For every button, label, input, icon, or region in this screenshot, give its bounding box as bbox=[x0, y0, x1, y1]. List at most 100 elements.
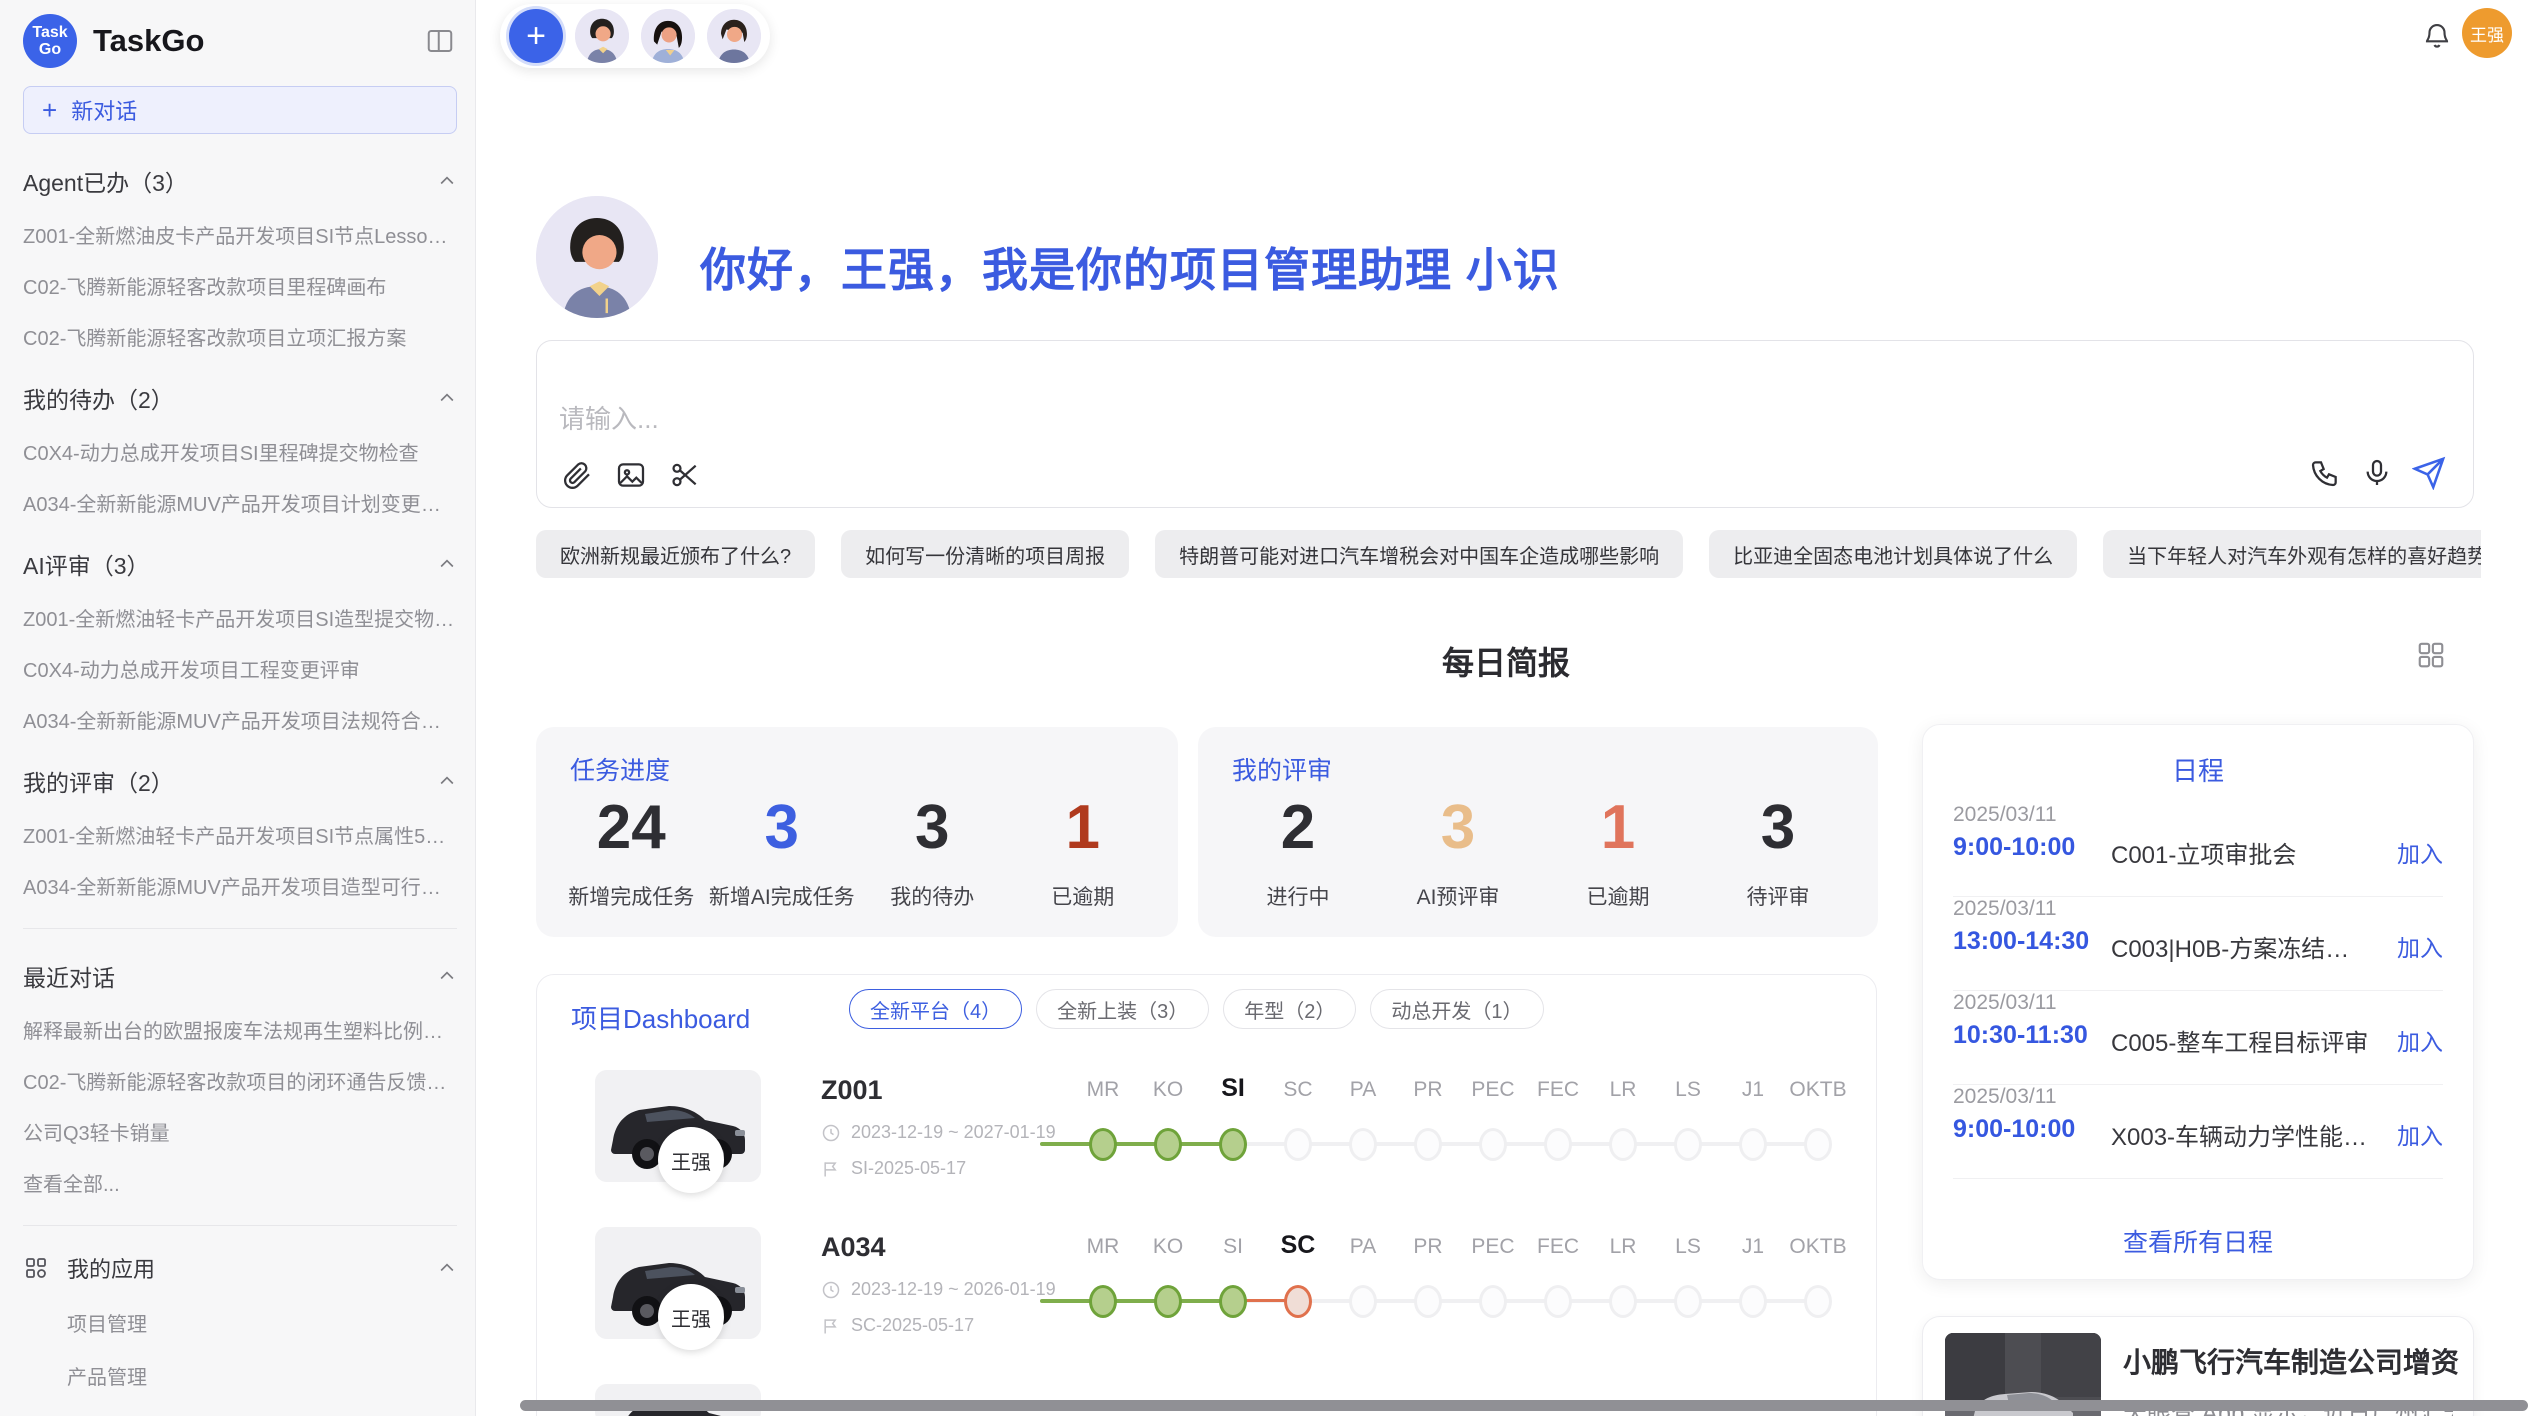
milestone-dot-pending bbox=[1739, 1285, 1767, 1318]
project-row-a034[interactable]: 王强 A034 2023-12-19 ~ 2026-01-19 SC-2025-… bbox=[537, 1227, 1876, 1384]
schedule-event[interactable]: 2025/03/11 9:00-10:00 C001-立项审批会 加入 bbox=[1923, 803, 2473, 897]
project-owner-badge: 王强 bbox=[658, 1284, 724, 1350]
sidebar-item[interactable]: A034-全新新能源MUV产品开发项目计划变更表编写 bbox=[23, 488, 457, 517]
milestone-dot-pending bbox=[1544, 1285, 1572, 1318]
sidebar-item[interactable]: Z001-全新燃油轻卡产品开发项目SI造型提交物评审 bbox=[23, 603, 457, 632]
milestone-dot-pending bbox=[1414, 1285, 1442, 1318]
chevron-up-icon[interactable] bbox=[437, 771, 457, 791]
input-toolbar-left bbox=[559, 457, 703, 493]
sidebar-item[interactable]: C0X4-动力总成开发项目工程变更评审 bbox=[23, 654, 457, 683]
milestone-dot-pending bbox=[1674, 1128, 1702, 1161]
milestone-dot-pending bbox=[1544, 1128, 1572, 1161]
app-link-product-mgmt[interactable]: 产品管理 bbox=[67, 1361, 457, 1390]
divider bbox=[1953, 1178, 2443, 1179]
agent-switcher: + bbox=[500, 4, 770, 68]
attachment-icon[interactable] bbox=[559, 457, 595, 493]
briefing-layout-icon[interactable] bbox=[2416, 640, 2446, 670]
project-code[interactable]: A034 bbox=[821, 1232, 886, 1263]
my-review-card: 我的评审 2 进行中 3 AI预评审 1 已逾期 3 待评审 bbox=[1198, 727, 1878, 937]
app-window: Task Go TaskGo + 新对话 Agent已办（3） Z001-全新燃… bbox=[0, 0, 2532, 1416]
project-row-z001[interactable]: 王强 Z001 2023-12-19 ~ 2027-01-19 SI-2025-… bbox=[537, 1070, 1876, 1227]
milestone-dot-pending bbox=[1479, 1285, 1507, 1318]
user-avatar[interactable]: 王强 bbox=[2462, 8, 2512, 58]
suggestion-chip[interactable]: 如何写一份清晰的项目周报 bbox=[841, 530, 1129, 578]
join-link[interactable]: 加入 bbox=[2397, 1117, 2443, 1151]
event-date: 2025/03/11 bbox=[1953, 1085, 2057, 1109]
milestone-dot-done bbox=[1219, 1128, 1247, 1161]
schedule-title: 日程 bbox=[1923, 751, 2473, 788]
suggestion-chip[interactable]: 当下年轻人对汽车外观有怎样的喜好趋势 bbox=[2103, 530, 2481, 578]
chevron-up-icon[interactable] bbox=[437, 171, 457, 191]
event-title: C003|H0B-方案冻结评审 bbox=[2111, 929, 2371, 964]
notification-bell-icon[interactable] bbox=[2422, 20, 2452, 50]
chevron-up-icon[interactable] bbox=[437, 388, 457, 408]
milestone-dot-pending bbox=[1609, 1128, 1637, 1161]
schedule-event[interactable]: 2025/03/11 13:00-14:30 C003|H0B-方案冻结评审 加… bbox=[1923, 897, 2473, 991]
recent-view-all[interactable]: 查看全部... bbox=[23, 1168, 457, 1197]
image-upload-icon[interactable] bbox=[613, 457, 649, 493]
sidebar-item[interactable]: C02-飞腾新能源轻客改款项目里程碑画布 bbox=[23, 271, 457, 300]
milestone-dot-pending bbox=[1284, 1128, 1312, 1161]
flag-icon bbox=[821, 1316, 841, 1336]
send-icon[interactable] bbox=[2411, 455, 2447, 491]
divider bbox=[23, 928, 457, 929]
agent-avatar-1[interactable] bbox=[575, 9, 629, 63]
sidebar-section-my-review[interactable]: 我的评审（2） bbox=[23, 764, 457, 798]
sidebar-section-agent-done[interactable]: Agent已办（3） bbox=[23, 164, 457, 198]
sidebar-item[interactable]: Z001-全新燃油皮卡产品开发项目SI节点Lesson Learn报告 bbox=[23, 220, 457, 249]
event-time: 10:30-11:30 bbox=[1953, 1021, 2088, 1050]
recent-conversation[interactable]: 公司Q3轻卡销量 bbox=[23, 1117, 457, 1146]
sidebar-item[interactable]: A034-全新新能源MUV产品开发项目法规符合性评审 bbox=[23, 705, 457, 734]
schedule-panel: 日程 2025/03/11 9:00-10:00 C001-立项审批会 加入 2… bbox=[1922, 724, 2474, 1280]
milestone-line-done bbox=[1040, 1299, 1233, 1303]
sidebar-section-my-todo[interactable]: 我的待办（2） bbox=[23, 381, 457, 415]
sidebar-section-recent[interactable]: 最近对话 bbox=[23, 959, 457, 993]
tab-new-platform[interactable]: 全新平台（4） bbox=[849, 989, 1022, 1029]
phone-call-icon[interactable] bbox=[2307, 455, 2343, 491]
sidebar-item-my-apps[interactable]: 我的应用 bbox=[23, 1252, 457, 1284]
project-code[interactable]: Z001 bbox=[821, 1075, 883, 1106]
app-link-project-mgmt[interactable]: 项目管理 bbox=[67, 1308, 457, 1337]
suggestion-chip[interactable]: 特朗普可能对进口汽车增税会对中国车企造成哪些影响 bbox=[1155, 530, 1683, 578]
view-all-schedule-link[interactable]: 查看所有日程 bbox=[1923, 1223, 2473, 1259]
agent-avatar-3[interactable] bbox=[707, 9, 761, 63]
chevron-up-icon[interactable] bbox=[437, 1258, 457, 1278]
section-title: 最近对话 bbox=[23, 959, 115, 993]
suggestion-chips: 欧洲新规最近颁布了什么? 如何写一份清晰的项目周报 特朗普可能对进口汽车增税会对… bbox=[536, 530, 2481, 578]
schedule-event[interactable]: 2025/03/11 9:00-10:00 X003-车辆动力学性能验... 加… bbox=[1923, 1085, 2473, 1179]
app-logo: Task Go bbox=[23, 14, 77, 68]
sidebar-item[interactable]: C0X4-动力总成开发项目SI里程碑提交物检查 bbox=[23, 437, 457, 466]
milestone-dot-pending bbox=[1609, 1285, 1637, 1318]
sidebar-section-ai-review[interactable]: AI评审（3） bbox=[23, 547, 457, 581]
sidebar-collapse-icon[interactable] bbox=[425, 26, 455, 56]
sidebar-item[interactable]: A034-全新新能源MUV产品开发项目造型可行性评审 bbox=[23, 871, 457, 900]
suggestion-chip[interactable]: 比亚迪全固态电池计划具体说了什么 bbox=[1709, 530, 2077, 578]
stat-new-completed: 24 新增完成任务 bbox=[556, 793, 707, 923]
tab-powertrain[interactable]: 动总开发（1） bbox=[1370, 989, 1543, 1029]
scissors-icon[interactable] bbox=[667, 457, 703, 493]
tab-new-body[interactable]: 全新上装（3） bbox=[1036, 989, 1209, 1029]
sidebar-item[interactable]: C02-飞腾新能源轻客改款项目立项汇报方案 bbox=[23, 322, 457, 351]
plus-icon: + bbox=[42, 95, 57, 126]
join-link[interactable]: 加入 bbox=[2397, 929, 2443, 963]
new-chat-button[interactable]: + 新对话 bbox=[23, 86, 457, 134]
schedule-event[interactable]: 2025/03/11 10:30-11:30 C005-整车工程目标评审 加入 bbox=[1923, 991, 2473, 1085]
join-link[interactable]: 加入 bbox=[2397, 835, 2443, 869]
sidebar-item[interactable]: Z001-全新燃油轻卡产品开发项目SI节点属性5D文件评审 bbox=[23, 820, 457, 849]
chat-input[interactable] bbox=[557, 403, 1957, 436]
recent-conversation[interactable]: C02-飞腾新能源轻客改款项目的闭环通告反馈情况 bbox=[23, 1066, 457, 1095]
tab-model-year[interactable]: 年型（2） bbox=[1223, 989, 1356, 1029]
news-title: 小鹏飞行汽车制造公司增资 bbox=[2123, 1341, 2459, 1381]
suggestion-chip[interactable]: 欧洲新规最近颁布了什么? bbox=[536, 530, 815, 578]
chevron-up-icon[interactable] bbox=[437, 966, 457, 986]
agent-avatar-2[interactable] bbox=[641, 9, 695, 63]
milestone-dot-pending bbox=[1804, 1128, 1832, 1161]
join-link[interactable]: 加入 bbox=[2397, 1023, 2443, 1057]
dashboard-tabs: 全新平台（4） 全新上装（3） 年型（2） 动总开发（1） bbox=[849, 989, 1544, 1029]
microphone-icon[interactable] bbox=[2359, 455, 2395, 491]
horizontal-scrollbar[interactable] bbox=[520, 1400, 2528, 1411]
chevron-up-icon[interactable] bbox=[437, 554, 457, 574]
add-agent-button[interactable]: + bbox=[509, 9, 563, 63]
recent-conversation[interactable]: 解释最新出台的欧盟报废车法规再生塑料比例被调至15%... bbox=[23, 1015, 457, 1044]
project-dates: 2023-12-19 ~ 2027-01-19 bbox=[821, 1122, 1056, 1143]
